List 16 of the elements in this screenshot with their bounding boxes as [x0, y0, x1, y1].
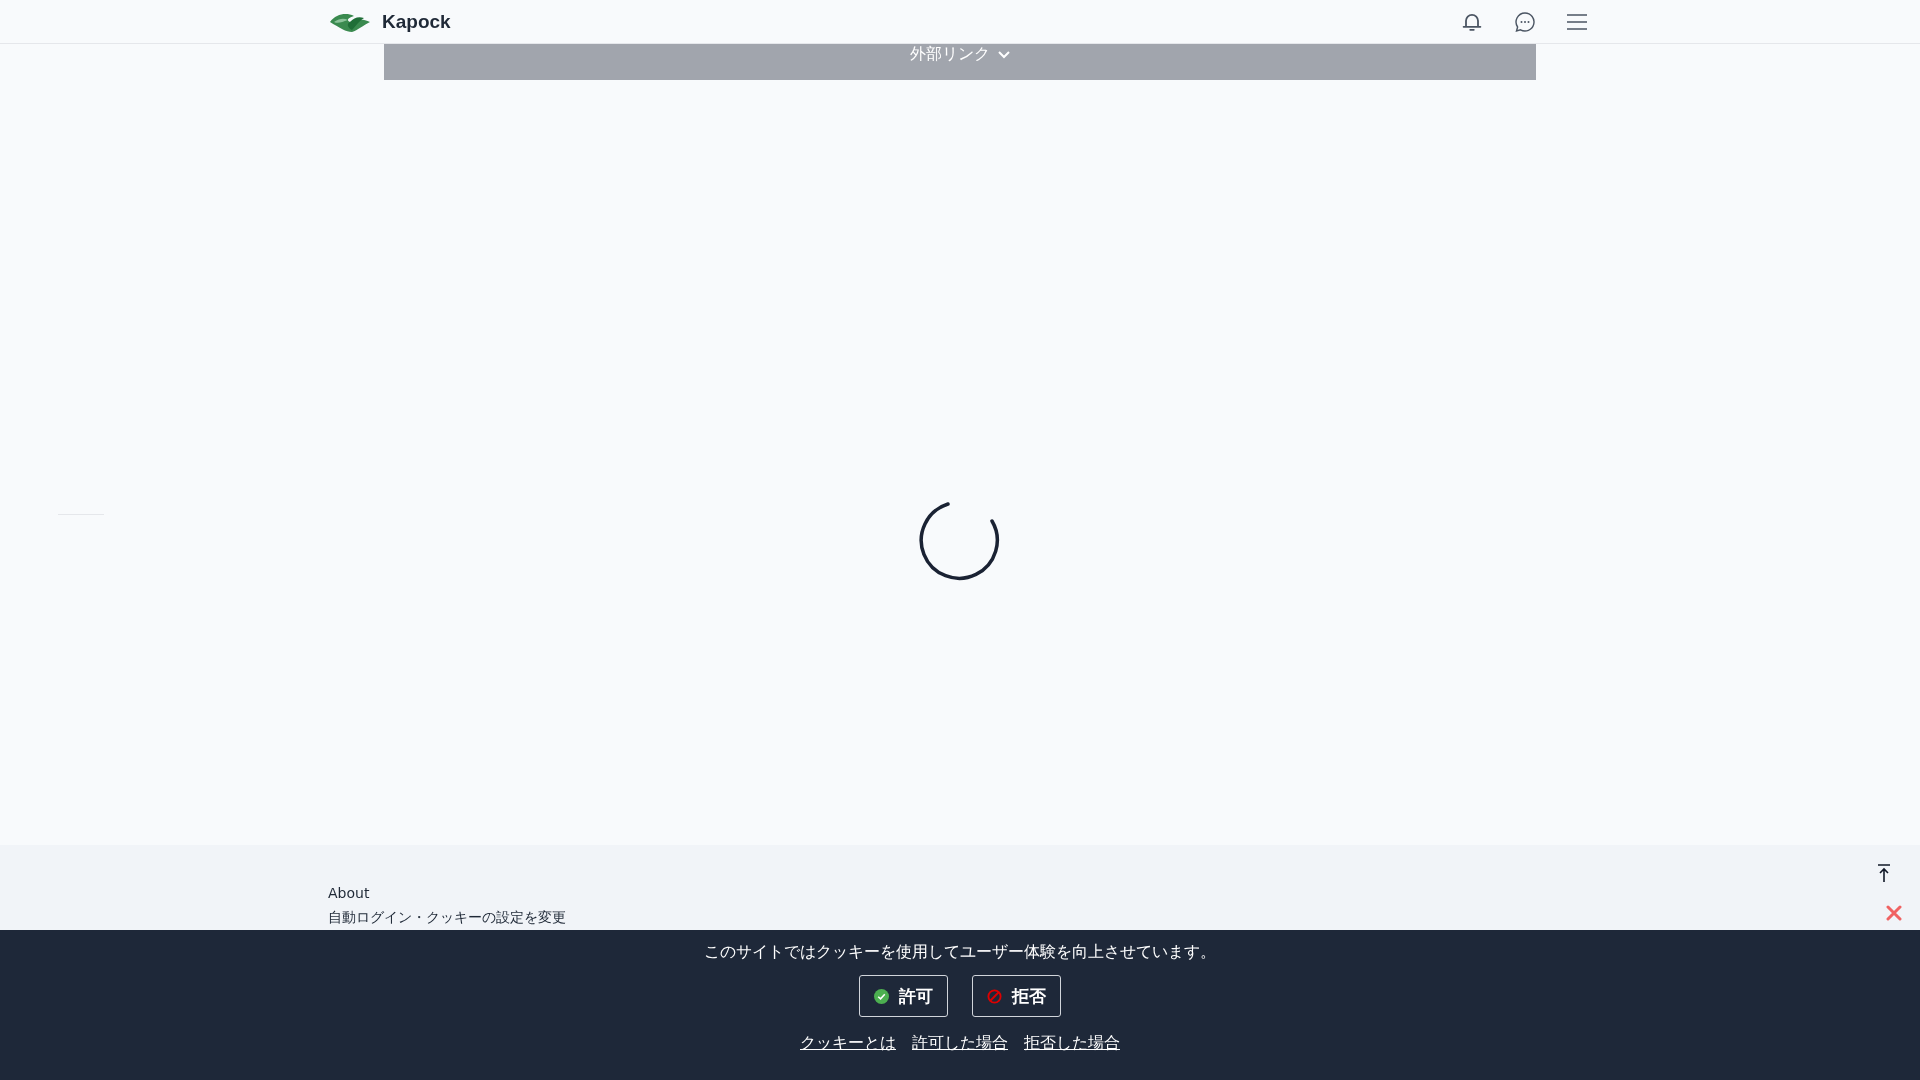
cookie-message: このサイトではクッキーを使用してユーザー体験を向上させています。 [704, 942, 1216, 963]
footer-link[interactable]: 自動ログイン・クッキーの設定を変更 [328, 909, 566, 927]
cookie-info-link[interactable]: 拒否した場合 [1024, 1033, 1120, 1054]
site-name[interactable]: Kapock [382, 10, 451, 33]
menu-icon[interactable] [1566, 12, 1588, 31]
deny-button[interactable]: 拒否 [972, 975, 1061, 1017]
cookie-info-link[interactable]: クッキーとは [800, 1033, 896, 1054]
chevron-down-icon [998, 50, 1010, 59]
back-to-top-icon[interactable] [1876, 863, 1892, 883]
cookie-info-link[interactable]: 許可した場合 [912, 1033, 1008, 1054]
prohibited-icon [987, 988, 1002, 1004]
check-circle-icon [874, 988, 889, 1004]
footer-link[interactable]: About [328, 885, 370, 901]
chat-bubble-icon[interactable] [1514, 10, 1536, 33]
close-icon[interactable] [1886, 905, 1902, 921]
allow-button[interactable]: 許可 [859, 975, 948, 1017]
